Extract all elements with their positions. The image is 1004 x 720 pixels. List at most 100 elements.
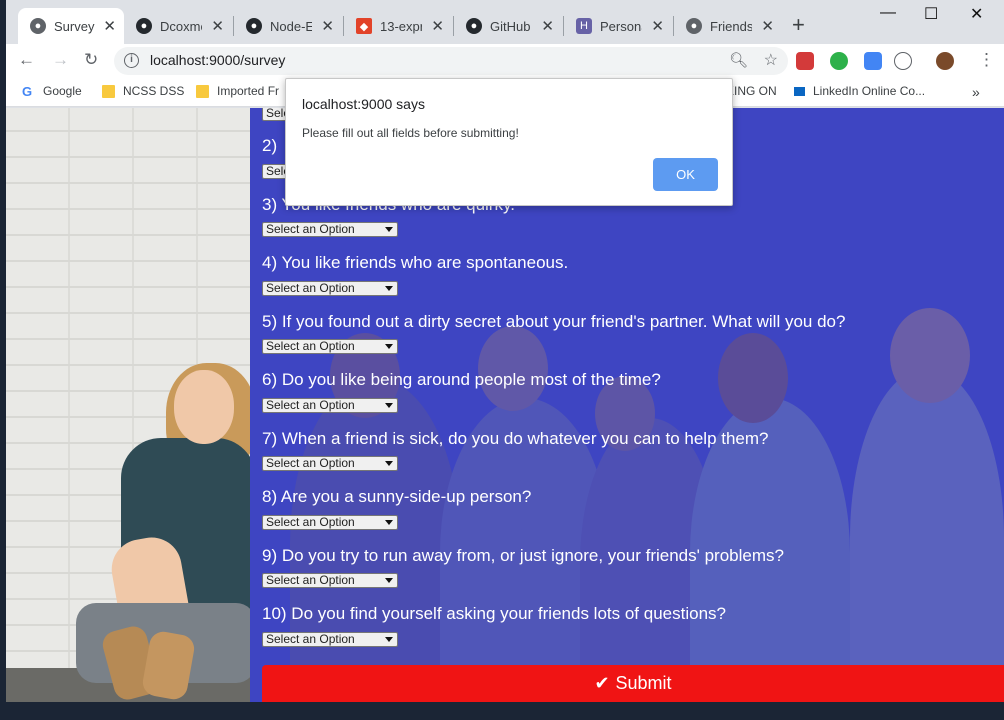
chevron-down-icon xyxy=(385,286,393,291)
folder-icon xyxy=(102,84,115,98)
select-value: Select an Option xyxy=(266,632,355,646)
question-3-select[interactable]: Select an Option xyxy=(262,222,398,237)
forward-icon[interactable]: → xyxy=(52,50,69,70)
chevron-down-icon xyxy=(385,403,393,408)
ok-button[interactable]: OK xyxy=(653,158,718,191)
question-8-label: 8) Are you a sunny-side-up person? xyxy=(262,487,532,506)
tab-title: 13-expre xyxy=(380,18,422,34)
tab-dcoxme[interactable]: ● Dcoxme ✕ xyxy=(124,8,232,44)
google-icon: G xyxy=(22,83,33,99)
bookmark-imported[interactable]: Imported Fr xyxy=(196,84,279,98)
globe-icon: ● xyxy=(30,18,46,34)
chevron-down-icon xyxy=(385,227,393,232)
checkmark-icon: ✔ xyxy=(594,673,610,693)
mail-extension-icon[interactable] xyxy=(796,52,814,70)
browser-window: ● Survey F ✕ ● Dcoxme ✕ ● Node-Ex ✕ ◆ 13… xyxy=(6,0,1004,702)
select-value: Select an Option xyxy=(266,222,355,236)
bookmark-label: Imported Fr xyxy=(217,84,280,98)
tab-strip: ● Survey F ✕ ● Dcoxme ✕ ● Node-Ex ✕ ◆ 13… xyxy=(6,0,1004,44)
zoom-icon[interactable]: 🔍︎ xyxy=(729,51,748,69)
back-icon[interactable]: ← xyxy=(18,50,35,70)
menu-dots-icon[interactable]: ⋮ xyxy=(978,50,995,70)
close-tab-icon[interactable]: ✕ xyxy=(103,17,116,35)
tab-title: Survey F xyxy=(54,18,96,34)
avatar[interactable] xyxy=(936,52,954,70)
address-bar[interactable]: i localhost:9000/survey 🔍︎ ☆ xyxy=(114,47,788,75)
question-4-select[interactable]: Select an Option xyxy=(262,281,398,296)
code-extension-icon[interactable] xyxy=(894,52,912,70)
site-info-icon[interactable]: i xyxy=(124,53,139,68)
tab-friends[interactable]: ● Friends F ✕ xyxy=(674,8,782,44)
tab-title: Node-Ex xyxy=(270,18,312,34)
close-tab-icon[interactable]: ✕ xyxy=(211,17,224,35)
select-value: Select an Option xyxy=(266,573,355,587)
tab-title: Personal xyxy=(600,18,642,34)
select-value: Select an Option xyxy=(266,281,355,295)
tab-survey[interactable]: ● Survey F ✕ xyxy=(18,8,124,44)
select-value: Select an Option xyxy=(266,339,355,353)
question-7-label: 7) When a friend is sick, do you do what… xyxy=(262,429,769,448)
address-url[interactable]: localhost:9000/survey xyxy=(150,52,285,68)
dialog-title: localhost:9000 says xyxy=(302,96,425,112)
chevron-down-icon xyxy=(385,578,393,583)
github-icon: ● xyxy=(136,18,152,34)
tab-personal[interactable]: H Personal ✕ xyxy=(564,8,672,44)
question-4-label: 4) You like friends who are spontaneous. xyxy=(262,253,569,272)
close-tab-icon[interactable]: ✕ xyxy=(431,17,444,35)
bookmark-linkedin[interactable]: LinkedIn Online Co... xyxy=(794,84,925,98)
new-tab-button[interactable]: + xyxy=(792,12,805,38)
tab-title: GitHub xyxy=(490,18,531,34)
linkedin-learning-icon xyxy=(794,86,805,96)
close-window-icon[interactable]: ✕ xyxy=(970,4,983,24)
browser-toolbar: ← → ↻ i localhost:9000/survey 🔍︎ ☆ ⋮ xyxy=(6,44,1004,76)
close-tab-icon[interactable]: ✕ xyxy=(761,17,774,35)
bookmark-label: KING ON xyxy=(726,84,777,98)
bookmark-ncss-dss[interactable]: NCSS DSS xyxy=(102,84,184,98)
evernote-icon[interactable] xyxy=(830,52,848,70)
submit-button[interactable]: ✔ Submit xyxy=(262,665,1004,702)
close-tab-icon[interactable]: ✕ xyxy=(321,17,334,35)
heroku-icon: H xyxy=(576,18,592,34)
reload-icon[interactable]: ↻ xyxy=(84,50,98,70)
alert-dialog: localhost:9000 says Please fill out all … xyxy=(285,78,733,206)
tab-13-expre[interactable]: ◆ 13-expre ✕ xyxy=(344,8,452,44)
question-6-select[interactable]: Select an Option xyxy=(262,398,398,413)
background-photo-person xyxy=(174,370,234,444)
question-7-select[interactable]: Select an Option xyxy=(262,456,398,471)
gitlab-icon: ◆ xyxy=(356,18,372,34)
maximize-icon[interactable]: ☐ xyxy=(924,4,938,24)
question-8-select[interactable]: Select an Option xyxy=(262,515,398,530)
eyedropper-extension-icon[interactable] xyxy=(864,52,882,70)
bookmark-star-icon[interactable]: ☆ xyxy=(764,50,778,70)
chevron-down-icon xyxy=(385,461,393,466)
bookmark-google[interactable]: G Google xyxy=(22,84,82,98)
select-value: Select an Option xyxy=(266,456,355,470)
select-value: Select an Option xyxy=(266,515,355,529)
tab-title: Dcoxme xyxy=(160,18,202,34)
tab-github[interactable]: ● GitHub ✕ xyxy=(454,8,562,44)
question-6-label: 6) Do you like being around people most … xyxy=(262,370,661,389)
close-tab-icon[interactable]: ✕ xyxy=(651,17,664,35)
question-2-label: 2) xyxy=(262,136,278,155)
select-value: Select an Option xyxy=(266,398,355,412)
bookmarks-overflow[interactable]: » xyxy=(972,84,980,100)
chevron-down-icon xyxy=(385,344,393,349)
github-icon: ● xyxy=(466,18,482,34)
close-tab-icon[interactable]: ✕ xyxy=(541,17,554,35)
minimize-icon[interactable]: — xyxy=(880,4,896,22)
bookmark-label: Google xyxy=(43,84,82,98)
question-9-select[interactable]: Select an Option xyxy=(262,573,398,588)
question-10-select[interactable]: Select an Option xyxy=(262,632,398,647)
question-9-label: 9) Do you try to run away from, or just … xyxy=(262,546,784,565)
submit-label: Submit xyxy=(615,673,672,693)
tab-title: Friends F xyxy=(710,18,752,34)
github-icon: ● xyxy=(246,18,262,34)
tab-node-ex[interactable]: ● Node-Ex ✕ xyxy=(234,8,342,44)
bookmark-label: NCSS DSS xyxy=(123,84,185,98)
bookmark-king-on[interactable]: KING ON xyxy=(726,84,777,98)
folder-icon xyxy=(196,84,209,98)
chevron-down-icon xyxy=(385,520,393,525)
question-10-label: 10) Do you find yourself asking your fri… xyxy=(262,604,726,623)
question-5-select[interactable]: Select an Option xyxy=(262,339,398,354)
bookmark-label: LinkedIn Online Co... xyxy=(813,84,926,98)
